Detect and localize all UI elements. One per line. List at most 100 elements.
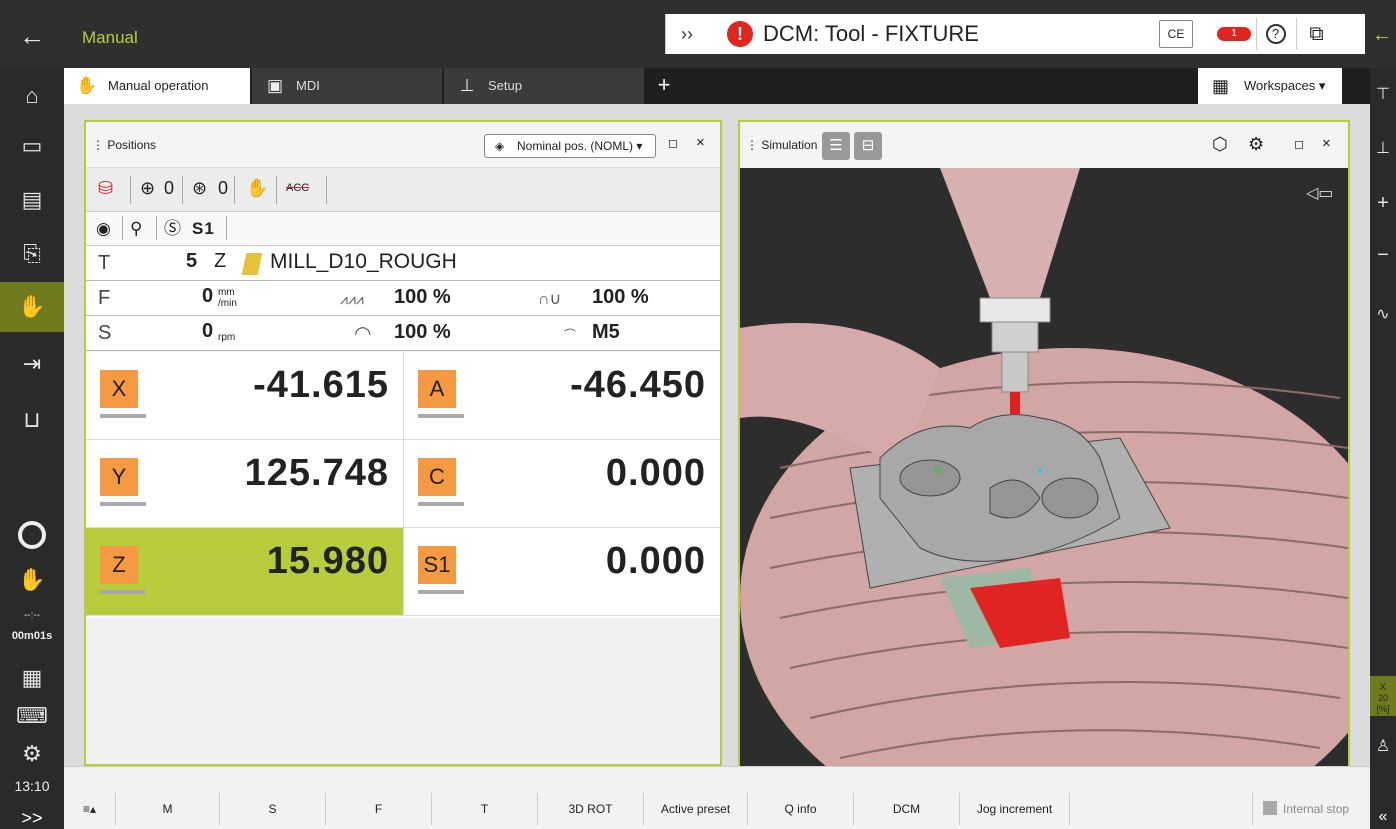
simulation-viewport[interactable]: ◁▭ (740, 168, 1348, 766)
softkey-q-info[interactable]: Q info (748, 793, 854, 825)
manual-mode-hand-icon[interactable]: ✋ (0, 282, 64, 332)
axis-row-x[interactable]: X -41.615 (86, 352, 403, 440)
axis-underline (100, 590, 146, 594)
close-icon[interactable]: × (696, 134, 705, 151)
tool-holder (991, 321, 1039, 353)
message-bar[interactable]: ›› ! DCM: Tool - FIXTURE CE 1 ? ⧉ (665, 14, 1365, 54)
axis-name: A (418, 370, 456, 408)
message-count-badge[interactable]: 1 (1217, 27, 1251, 41)
internal-stop-checkbox[interactable]: Internal stop (1252, 793, 1362, 825)
close-icon[interactable]: × (1322, 135, 1331, 152)
tool-length-icon[interactable]: ⊤ (1370, 84, 1396, 104)
single-block-icon[interactable]: ⇥ (0, 342, 64, 386)
nc-start-indicator-icon (18, 521, 46, 549)
expand-messages-icon[interactable]: ›› (666, 14, 708, 54)
tab-setup[interactable]: ⊥ Setup (444, 68, 644, 104)
softkey-dcm[interactable]: DCM (854, 793, 960, 825)
axis-value: -46.450 (570, 364, 706, 406)
user-icon[interactable]: ♙ (1370, 736, 1396, 756)
workspaces-dropdown[interactable]: ▦ Workspaces ▾ (1198, 68, 1342, 104)
axis-row-y[interactable]: Y 125.748 (86, 440, 403, 528)
spindle-label: S1 (192, 219, 215, 238)
axis-row-c[interactable]: C 0.000 (403, 440, 720, 528)
spindle-override-icon: ◠ (354, 323, 372, 345)
axis-value: -41.615 (253, 364, 389, 406)
chevron-down-icon: ▾ (1318, 78, 1326, 93)
axis-override-unit: [%] (1376, 704, 1390, 714)
folder-icon[interactable]: ▭ (0, 124, 64, 168)
separator (122, 216, 123, 240)
message-text[interactable]: DCM: Tool - FIXTURE (763, 21, 979, 47)
separator (182, 176, 183, 204)
axis-row-a[interactable]: A -46.450 (403, 352, 720, 440)
help-button[interactable]: ? (1256, 18, 1294, 50)
home-icon[interactable]: ⌂ (0, 74, 64, 118)
positions-panel: ⋮ Positions ◈ Nominal pos. (NOML) ▾ ◻ × … (84, 120, 722, 766)
tab-manual-operation[interactable]: ✋ Manual operation (64, 68, 250, 104)
top-bar: ← Manual ›› ! DCM: Tool - FIXTURE CE 1 ?… (0, 0, 1396, 68)
cube-icon[interactable]: ⬡ (1212, 134, 1228, 155)
softkey-t[interactable]: T (432, 793, 538, 825)
softkey-menu-button[interactable]: ≡▴ (64, 793, 116, 825)
maximize-icon[interactable]: ◻ (668, 136, 678, 150)
add-tab-button[interactable]: + (646, 68, 682, 104)
gear-icon[interactable]: ⚙ (1248, 134, 1264, 155)
positions-title[interactable]: ⋮ Positions (92, 138, 156, 152)
axis-override-value: 20 (1377, 693, 1388, 703)
back-arrow-icon[interactable]: ← (0, 14, 64, 58)
probe-point (934, 466, 942, 474)
target-icon: ◈ (495, 139, 505, 153)
table-icon[interactable]: ▤ (0, 178, 64, 222)
axis-row-s1[interactable]: S1 0.000 (403, 528, 720, 616)
axis-value: 0.000 (605, 540, 706, 582)
collapse-icon[interactable]: « (1370, 808, 1396, 826)
softkey-active-preset[interactable]: Active preset (644, 793, 748, 825)
softkey-s[interactable]: S (220, 793, 326, 825)
tool-collision (1010, 392, 1020, 414)
hand-icon: ✋ (76, 76, 98, 95)
axis-override-axis: X (1379, 682, 1386, 692)
softkey-f[interactable]: F (326, 793, 432, 825)
settings-icon[interactable]: ⚙ (0, 732, 64, 776)
view-pin-icon[interactable]: ◁▭ (1305, 183, 1333, 202)
ce-button[interactable]: CE (1159, 20, 1193, 48)
preset-count: 0 (218, 178, 229, 198)
axis-underline (418, 502, 464, 506)
tool-row: T 5 Z MILL_D10_ROUGH (86, 246, 720, 281)
right-panel-arrow-icon[interactable]: ← (1368, 24, 1396, 47)
simulation-title[interactable]: ⋮ Simulation (746, 138, 817, 152)
wave-icon[interactable]: ∿ (1370, 304, 1396, 324)
setup-icon[interactable]: ⊔ (0, 398, 64, 442)
maximize-icon[interactable]: ◻ (1294, 137, 1304, 151)
clock: 13:10 (14, 778, 50, 794)
tab-label: MDI (296, 78, 320, 93)
more-button[interactable]: >> (0, 808, 64, 829)
program-run-icon[interactable]: ⎘ (0, 232, 64, 276)
toolbox-icon[interactable]: ⊟ (854, 132, 882, 160)
positions-header: ⋮ Positions ◈ Nominal pos. (NOML) ▾ ◻ × (86, 122, 720, 168)
softkey-jog-increment[interactable]: Jog increment (960, 793, 1070, 825)
tab-mdi[interactable]: ▣ MDI (252, 68, 442, 104)
axis-underline (418, 590, 464, 594)
minus-icon[interactable]: − (1370, 244, 1396, 267)
axis-name: C (418, 458, 456, 496)
windows-icon[interactable]: ⧉ (1296, 18, 1336, 50)
tool-radius-icon[interactable]: ⊥ (1370, 138, 1396, 158)
plus-icon[interactable]: + (1370, 192, 1396, 215)
acc-label: ACC (286, 182, 310, 194)
position-view-select[interactable]: ◈ Nominal pos. (NOML) ▾ (484, 134, 656, 158)
probe-icon: ⚲ (130, 219, 143, 238)
axis-row-z[interactable]: Z 15.980 (86, 528, 403, 616)
list-icon[interactable]: ☰ (822, 132, 850, 160)
spindle-icon: Ⓢ (164, 219, 181, 238)
separator (234, 176, 235, 204)
softkey-3d-rot[interactable]: 3D ROT (538, 793, 644, 825)
simulation-panel: ⋮ Simulation ☰ ⊟ ⬡ ⚙ ◻ × ◁▭ (738, 120, 1350, 766)
rapid-override-value: 100 % (592, 286, 649, 308)
separator (226, 216, 227, 240)
softkey-bar: ≡▴ M S F T 3D ROT Active preset Q info D… (64, 766, 1370, 829)
axis-value: 125.748 (244, 452, 389, 494)
checkbox-icon (1263, 801, 1277, 815)
spindle-override-value: 100 % (394, 321, 451, 343)
softkey-m[interactable]: M (116, 793, 220, 825)
